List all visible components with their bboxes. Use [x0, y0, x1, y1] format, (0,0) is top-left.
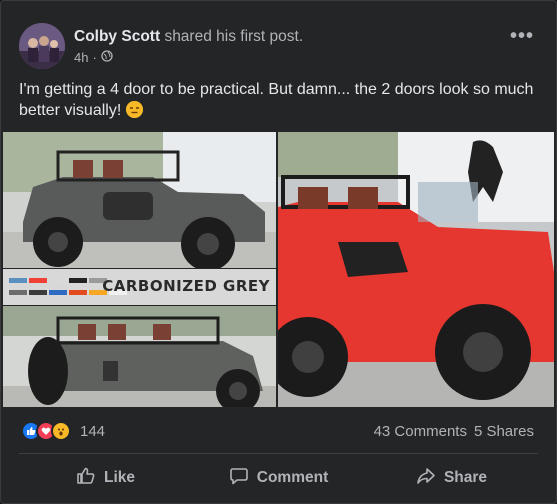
- more-icon[interactable]: •••: [510, 26, 534, 46]
- post-card: Colby Scott shared his first post. 4h · …: [0, 0, 557, 504]
- like-label: Like: [103, 469, 135, 486]
- post-text-body: I'm getting a 4 door to be practical. Bu…: [19, 81, 534, 119]
- photo-red-bronco[interactable]: [278, 132, 554, 407]
- engagement-stats: 43 Comments 5 Shares: [374, 423, 534, 440]
- post-header: Colby Scott shared his first post. 4h ·: [19, 23, 303, 69]
- photo-grid: CARBONIZED GREY: [3, 132, 554, 407]
- post-time[interactable]: 4h: [74, 50, 88, 65]
- post-actions: Like Comment Share: [19, 459, 538, 497]
- photo-overlay-caption: CARBONIZED GREY: [102, 277, 270, 295]
- share-icon: [416, 466, 436, 491]
- post-text: I'm getting a 4 door to be practical. Bu…: [19, 79, 539, 121]
- share-count[interactable]: 5 Shares: [474, 423, 534, 440]
- reaction-count: 144: [80, 422, 106, 440]
- comment-icon: [229, 466, 249, 491]
- comment-button[interactable]: Comment: [192, 459, 365, 497]
- color-swatch-banner[interactable]: CARBONIZED GREY: [3, 269, 276, 305]
- like-button[interactable]: Like: [19, 459, 192, 497]
- photo-grey-bronco-side[interactable]: [3, 132, 276, 268]
- divider: [19, 453, 538, 454]
- photo-grey-bronco-rear[interactable]: [3, 306, 276, 407]
- avatar[interactable]: [19, 23, 65, 69]
- expressionless-emoji-icon: [125, 101, 143, 118]
- reaction-summary[interactable]: 144: [21, 421, 105, 441]
- share-button[interactable]: Share: [365, 459, 538, 497]
- globe-icon: [101, 50, 113, 65]
- thumbs-up-icon: [76, 466, 96, 491]
- author-name[interactable]: Colby Scott: [74, 28, 160, 45]
- comment-count[interactable]: 43 Comments: [374, 423, 467, 440]
- post-action: shared his first post.: [164, 28, 304, 45]
- wow-reaction-icon: [51, 421, 71, 441]
- share-label: Share: [443, 469, 488, 486]
- comment-label: Comment: [256, 469, 329, 486]
